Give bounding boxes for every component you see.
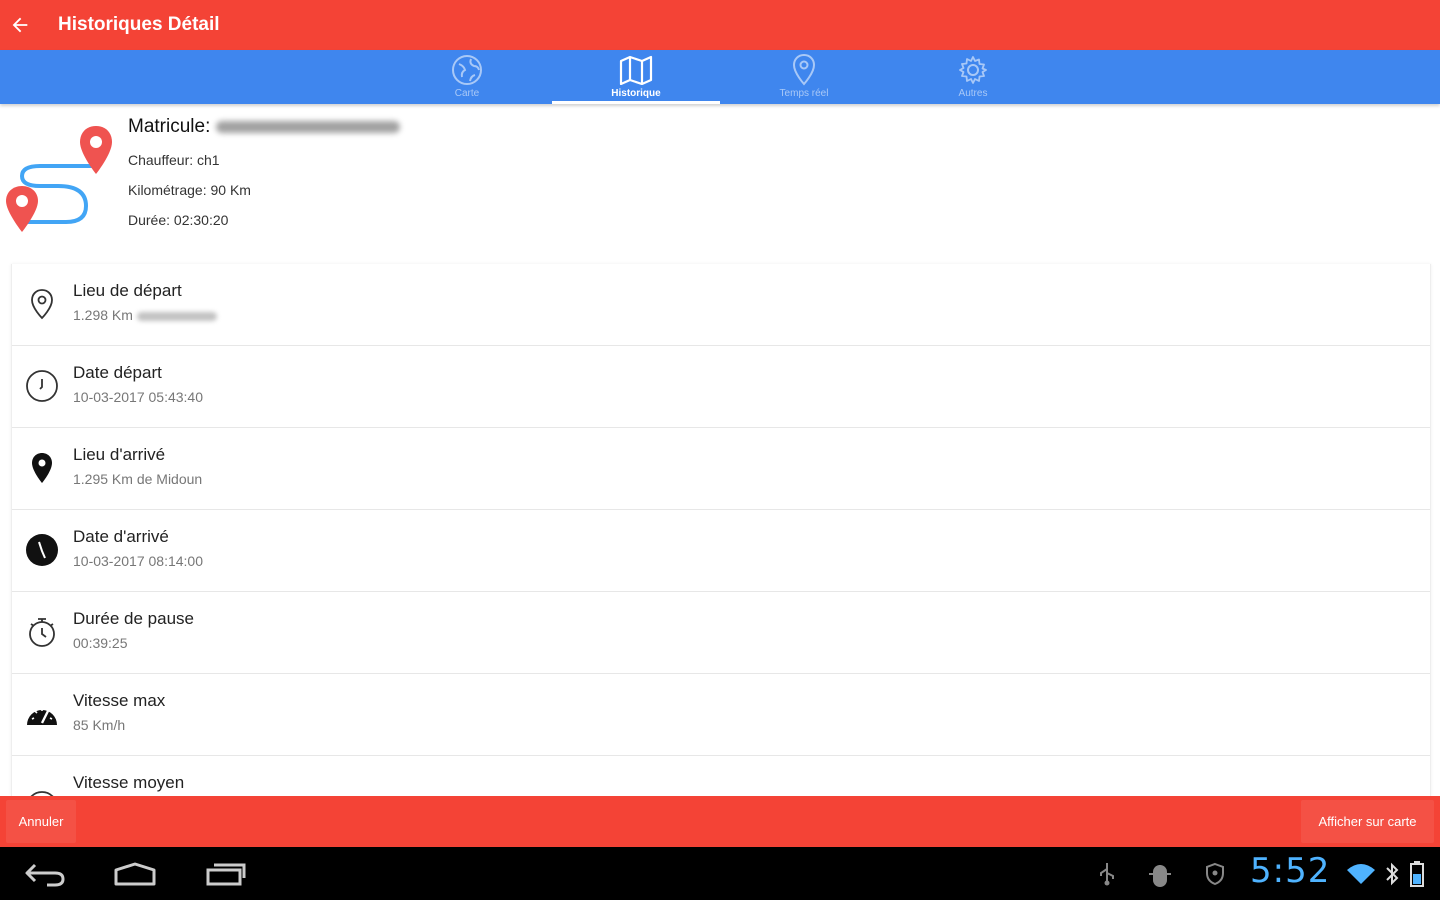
list-item-date-depart: Date départ 10-03-2017 05:43:40: [12, 346, 1430, 428]
system-back-button[interactable]: [15, 855, 75, 893]
row-value: 10-03-2017 08:14:00: [73, 553, 203, 569]
row-label: Durée de pause: [73, 609, 194, 628]
battery-icon: [1410, 861, 1424, 887]
chauffeur-text: Chauffeur: ch1: [128, 152, 220, 168]
row-label: Vitesse max: [73, 691, 166, 710]
page-title: Historiques Détail: [58, 14, 220, 35]
recent-apps-icon: [206, 863, 246, 886]
bottom-action-bar: Annuler Afficher sur carte: [0, 796, 1440, 847]
row-label: Date d'arrivé: [73, 527, 169, 546]
cancel-button[interactable]: Annuler: [6, 800, 76, 843]
row-value: 10-03-2017 05:43:40: [73, 389, 203, 405]
tab-temps-reel[interactable]: Temps réel: [720, 50, 888, 104]
list-item-vitesse-moyen: Vitesse moyen: [12, 756, 1430, 796]
status-clock: 5:52: [1250, 851, 1331, 891]
usb-icon: [1100, 863, 1114, 886]
shield-icon: [1206, 862, 1224, 886]
wifi-icon: [1347, 864, 1375, 884]
list-item-duree-pause: Durée de pause 00:39:25: [12, 592, 1430, 674]
location-filled-icon: [32, 453, 52, 483]
row-label: Lieu d'arrivé: [73, 445, 166, 464]
matricule-value-redacted: [216, 120, 401, 133]
tab-historique[interactable]: Historique: [552, 50, 720, 104]
location-pin-icon: [792, 53, 816, 86]
show-on-map-button[interactable]: Afficher sur carte: [1301, 800, 1434, 843]
system-home-button[interactable]: [105, 855, 165, 893]
gear-icon: [959, 56, 987, 84]
back-button[interactable]: [2, 7, 38, 43]
row-label: Vitesse moyen: [73, 773, 185, 792]
tab-label: Historique: [611, 88, 661, 99]
row-value: 1.298 Km: [73, 307, 133, 323]
system-navigation-bar: 5:52: [0, 847, 1440, 900]
tab-carte[interactable]: Carte: [383, 50, 551, 104]
row-value: 00:39:25: [73, 635, 128, 651]
bluetooth-icon: [1386, 862, 1399, 886]
duree-text: Durée: 02:30:20: [128, 212, 229, 228]
row-value: 85 Km/h: [73, 717, 126, 733]
route-illustration-icon: [6, 126, 112, 232]
arrow-left-icon: [12, 17, 28, 33]
speedometer-outline-icon: [30, 791, 54, 796]
tab-autres[interactable]: Autres: [889, 50, 1057, 104]
list-item-date-arrive: Date d'arrivé 10-03-2017 08:14:00: [12, 510, 1430, 592]
redacted-text: [136, 311, 217, 321]
app-bar: Historiques Détail: [0, 0, 1440, 50]
matricule-label: Matricule:: [128, 116, 211, 137]
clock-filled-icon: [26, 534, 58, 566]
tab-label: Temps réel: [779, 88, 829, 99]
android-debug-icon: [1149, 865, 1171, 887]
matricule-line: Matricule:: [128, 116, 401, 138]
kilometrage-text: Kilométrage: 90 Km: [128, 182, 251, 198]
tab-label: Carte: [454, 88, 480, 99]
globe-icon: [452, 55, 482, 85]
back-arrow-icon: [25, 863, 65, 887]
system-recents-button[interactable]: [196, 855, 256, 893]
row-label: Lieu de départ: [73, 281, 182, 300]
clock-outline-icon: [26, 370, 58, 402]
location-outline-icon: [31, 289, 53, 320]
list-item-lieu-depart: Lieu de départ 1.298 Km: [12, 264, 1430, 346]
home-icon: [114, 862, 156, 886]
list-item-lieu-arrive: Lieu d'arrivé 1.295 Km de Midoun: [12, 428, 1430, 510]
tab-label: Autres: [958, 88, 988, 99]
map-icon: [619, 55, 653, 85]
row-label: Date départ: [73, 363, 162, 382]
trip-detail-list[interactable]: Lieu de départ 1.298 Km Date départ 10-0…: [11, 264, 1431, 796]
row-value-line: 1.298 Km: [73, 307, 217, 323]
trip-summary: Matricule: Chauffeur: ch1 Kilométrage: 9…: [0, 104, 1440, 262]
stopwatch-icon: [29, 618, 55, 647]
row-value: 1.295 Km de Midoun: [73, 471, 203, 487]
tab-bar: Carte Historique Temps réel Autres: [0, 50, 1440, 104]
list-item-vitesse-max: Vitesse max 85 Km/h: [12, 674, 1430, 756]
speedometer-icon: [27, 708, 57, 725]
